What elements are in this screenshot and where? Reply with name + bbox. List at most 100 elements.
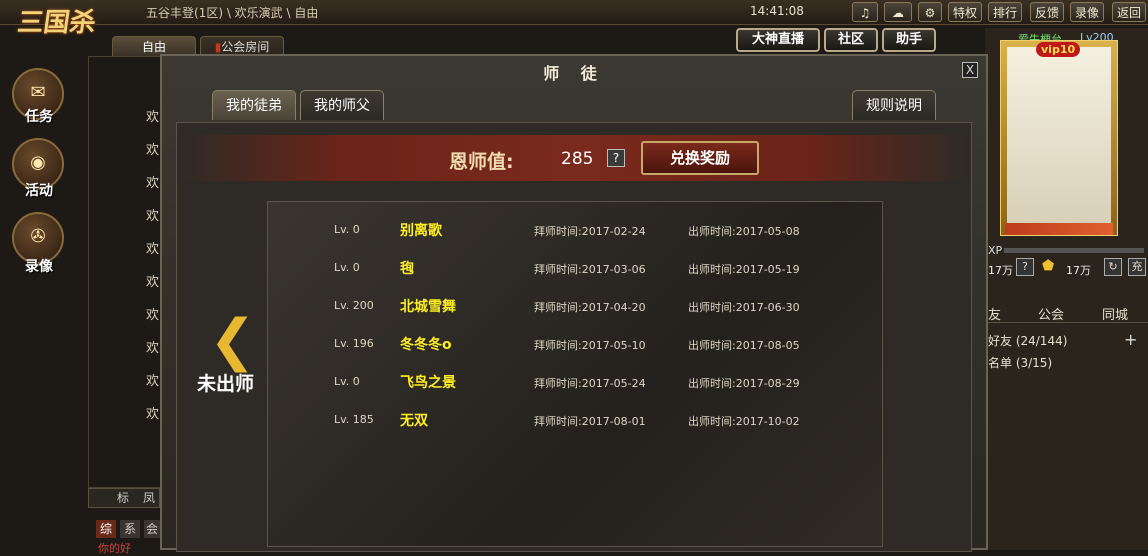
list-item[interactable]: Lv. 185 无双 拜师时间:2017-08-01 出师时间:2017-10-… xyxy=(268,406,882,434)
disciple-name: 冬冬冬o xyxy=(400,337,452,353)
chat-line: 欢 xyxy=(146,308,160,323)
chat-line: 欢 xyxy=(146,209,160,224)
charge-button[interactable]: 充 xyxy=(1128,258,1146,276)
tab-my-master[interactable]: 我的师父 xyxy=(300,90,384,120)
merit-label: 恩师值: xyxy=(449,151,514,173)
activity-label[interactable]: 活动 xyxy=(14,180,64,200)
currency-1: 17万 xyxy=(988,264,1013,277)
disciple-name: 北城雪舞 xyxy=(400,299,456,315)
replay-label[interactable]: 录像 xyxy=(14,256,64,276)
music-icon[interactable]: ♫ xyxy=(852,2,878,22)
currency-2: 17万 xyxy=(1066,264,1091,277)
task-label[interactable]: 任务 xyxy=(14,106,64,126)
gear-icon[interactable]: ⚙ xyxy=(918,2,942,22)
avatar xyxy=(1007,47,1111,225)
disciple-level: Lv. 200 xyxy=(334,299,374,312)
graduation-date: 出师时间:2017-10-02 xyxy=(688,415,800,428)
graduation-date: 出师时间:2017-08-05 xyxy=(688,339,800,352)
ingot-icon: ⬟ xyxy=(1042,258,1055,274)
xp-bar xyxy=(1004,248,1144,253)
clock: 14:41:08 xyxy=(750,4,804,18)
breadcrumb: 五谷丰登(1区) \ 欢乐演武 \ 自由 xyxy=(146,6,319,20)
blacklist-group[interactable]: 名单 (3/15) xyxy=(988,354,1052,371)
merit-help-icon[interactable]: ? xyxy=(607,149,625,167)
list-item[interactable]: Lv. 0 别离歌 拜师时间:2017-02-24 出师时间:2017-05-0… xyxy=(268,216,882,244)
chat-line: 欢 xyxy=(146,275,160,290)
tab-guild[interactable]: 公会 xyxy=(1038,304,1064,323)
feedback-button[interactable]: 反馈 xyxy=(1030,2,1064,22)
live-stream-button[interactable]: 大神直播 xyxy=(736,28,820,52)
chat-line: 欢 xyxy=(146,242,160,257)
graduation-date: 出师时间:2017-06-30 xyxy=(688,301,800,314)
disciple-level: Lv. 0 xyxy=(334,261,360,274)
chat-line: 欢 xyxy=(146,341,160,356)
join-date: 拜师时间:2017-03-06 xyxy=(534,263,646,276)
dialog-title: 师 徒 xyxy=(543,64,605,83)
rules-button[interactable]: 规则说明 xyxy=(852,90,936,120)
chat-tab-mark[interactable]: 标 xyxy=(117,489,129,507)
chat-line: 欢 xyxy=(146,143,160,158)
merit-banner: 恩师值: 285 ? 兑换奖励 xyxy=(181,135,967,181)
disciple-name: 毥 xyxy=(400,261,414,277)
mentor-dialog: 师 徒 X 我的徒弟 我的师父 规则说明 恩师值: 285 ? 兑换奖励 ❮ 未… xyxy=(160,54,988,552)
join-date: 拜师时间:2017-05-10 xyxy=(534,339,646,352)
chat-line: 欢 xyxy=(146,176,160,191)
disciple-level: Lv. 0 xyxy=(334,375,360,388)
tab-guild-room-label: 公会房间 xyxy=(221,40,270,54)
join-date: 拜师时间:2017-04-20 xyxy=(534,301,646,314)
list-item[interactable]: Lv. 196 冬冬冬o 拜师时间:2017-05-10 出师时间:2017-0… xyxy=(268,330,882,358)
graduation-date: 出师时间:2017-05-08 xyxy=(688,225,800,238)
chevron-left-icon[interactable]: ❮ xyxy=(209,313,256,369)
merit-value: 285 xyxy=(561,149,594,169)
badge-strip xyxy=(1005,223,1113,235)
add-friend-icon[interactable]: + xyxy=(1124,330,1137,349)
tab-free[interactable]: 自由 xyxy=(112,36,196,56)
disciple-list: Lv. 0 别离歌 拜师时间:2017-02-24 出师时间:2017-05-0… xyxy=(267,201,883,547)
disciple-name: 飞鸟之景 xyxy=(400,375,456,391)
xp-label: XP xyxy=(988,244,1003,257)
graduation-date: 出师时间:2017-05-19 xyxy=(688,263,800,276)
list-item[interactable]: Lv. 0 毥 拜师时间:2017-03-06 出师时间:2017-05-19 xyxy=(268,254,882,282)
chat-icon[interactable]: ☁ xyxy=(884,2,912,22)
list-item[interactable]: Lv. 200 北城雪舞 拜师时间:2017-04-20 出师时间:2017-0… xyxy=(268,292,882,320)
tab-same-city[interactable]: 同城 xyxy=(1102,304,1128,323)
tab-guild-room[interactable]: ▮公会房间 xyxy=(200,36,284,56)
disciple-name: 别离歌 xyxy=(400,223,442,239)
divider xyxy=(985,322,1148,323)
privilege-button[interactable]: 特权 xyxy=(948,2,982,22)
chat-line: 欢 xyxy=(146,407,160,422)
avatar-frame[interactable] xyxy=(1000,40,1118,236)
close-button[interactable]: X xyxy=(962,62,978,78)
return-button[interactable]: 返回 xyxy=(1112,2,1146,22)
ranking-button[interactable]: 排行 xyxy=(988,2,1022,22)
disciple-name: 无双 xyxy=(400,413,428,429)
not-graduated-label: 未出师 xyxy=(197,373,255,395)
friends-group[interactable]: 好友 (24/144) xyxy=(988,332,1067,349)
list-item[interactable]: Lv. 0 飞鸟之景 拜师时间:2017-05-24 出师时间:2017-08-… xyxy=(268,368,882,396)
chat-bottom-tabs: 标 凤 xyxy=(88,488,160,508)
join-date: 拜师时间:2017-08-01 xyxy=(534,415,646,428)
chat-line: 欢 xyxy=(146,374,160,389)
game-logo: 三国杀 xyxy=(15,8,98,38)
join-date: 拜师时间:2017-05-24 xyxy=(534,377,646,390)
join-date: 拜师时间:2017-02-24 xyxy=(534,225,646,238)
graduation-date: 出师时间:2017-08-29 xyxy=(688,377,800,390)
dialog-content: 恩师值: 285 ? 兑换奖励 ❮ 未出师 Lv. 0 别离歌 拜师时间:201… xyxy=(176,122,972,552)
replay-button[interactable]: 录像 xyxy=(1070,2,1104,22)
redeem-button[interactable]: 兑换奖励 xyxy=(641,141,759,175)
refresh-icon[interactable]: ↻ xyxy=(1104,258,1122,276)
tab-friends[interactable]: 友 xyxy=(988,304,1001,323)
chat-line: 欢 xyxy=(146,110,160,125)
community-button[interactable]: 社区 xyxy=(824,28,878,52)
disciple-level: Lv. 196 xyxy=(334,337,374,350)
tab-my-disciples[interactable]: 我的徒弟 xyxy=(212,90,296,120)
help-icon[interactable]: ? xyxy=(1016,258,1034,276)
chat-tab-phoenix[interactable]: 凤 xyxy=(143,489,155,507)
channel-guild[interactable]: 会 xyxy=(144,520,160,538)
disciple-level: Lv. 0 xyxy=(334,223,360,236)
disciple-level: Lv. 185 xyxy=(334,413,374,426)
chat-message-text: 你的好 xyxy=(98,542,131,555)
channel-system[interactable]: 系 xyxy=(120,520,140,538)
assistant-button[interactable]: 助手 xyxy=(882,28,936,52)
channel-all[interactable]: 综 xyxy=(96,520,116,538)
